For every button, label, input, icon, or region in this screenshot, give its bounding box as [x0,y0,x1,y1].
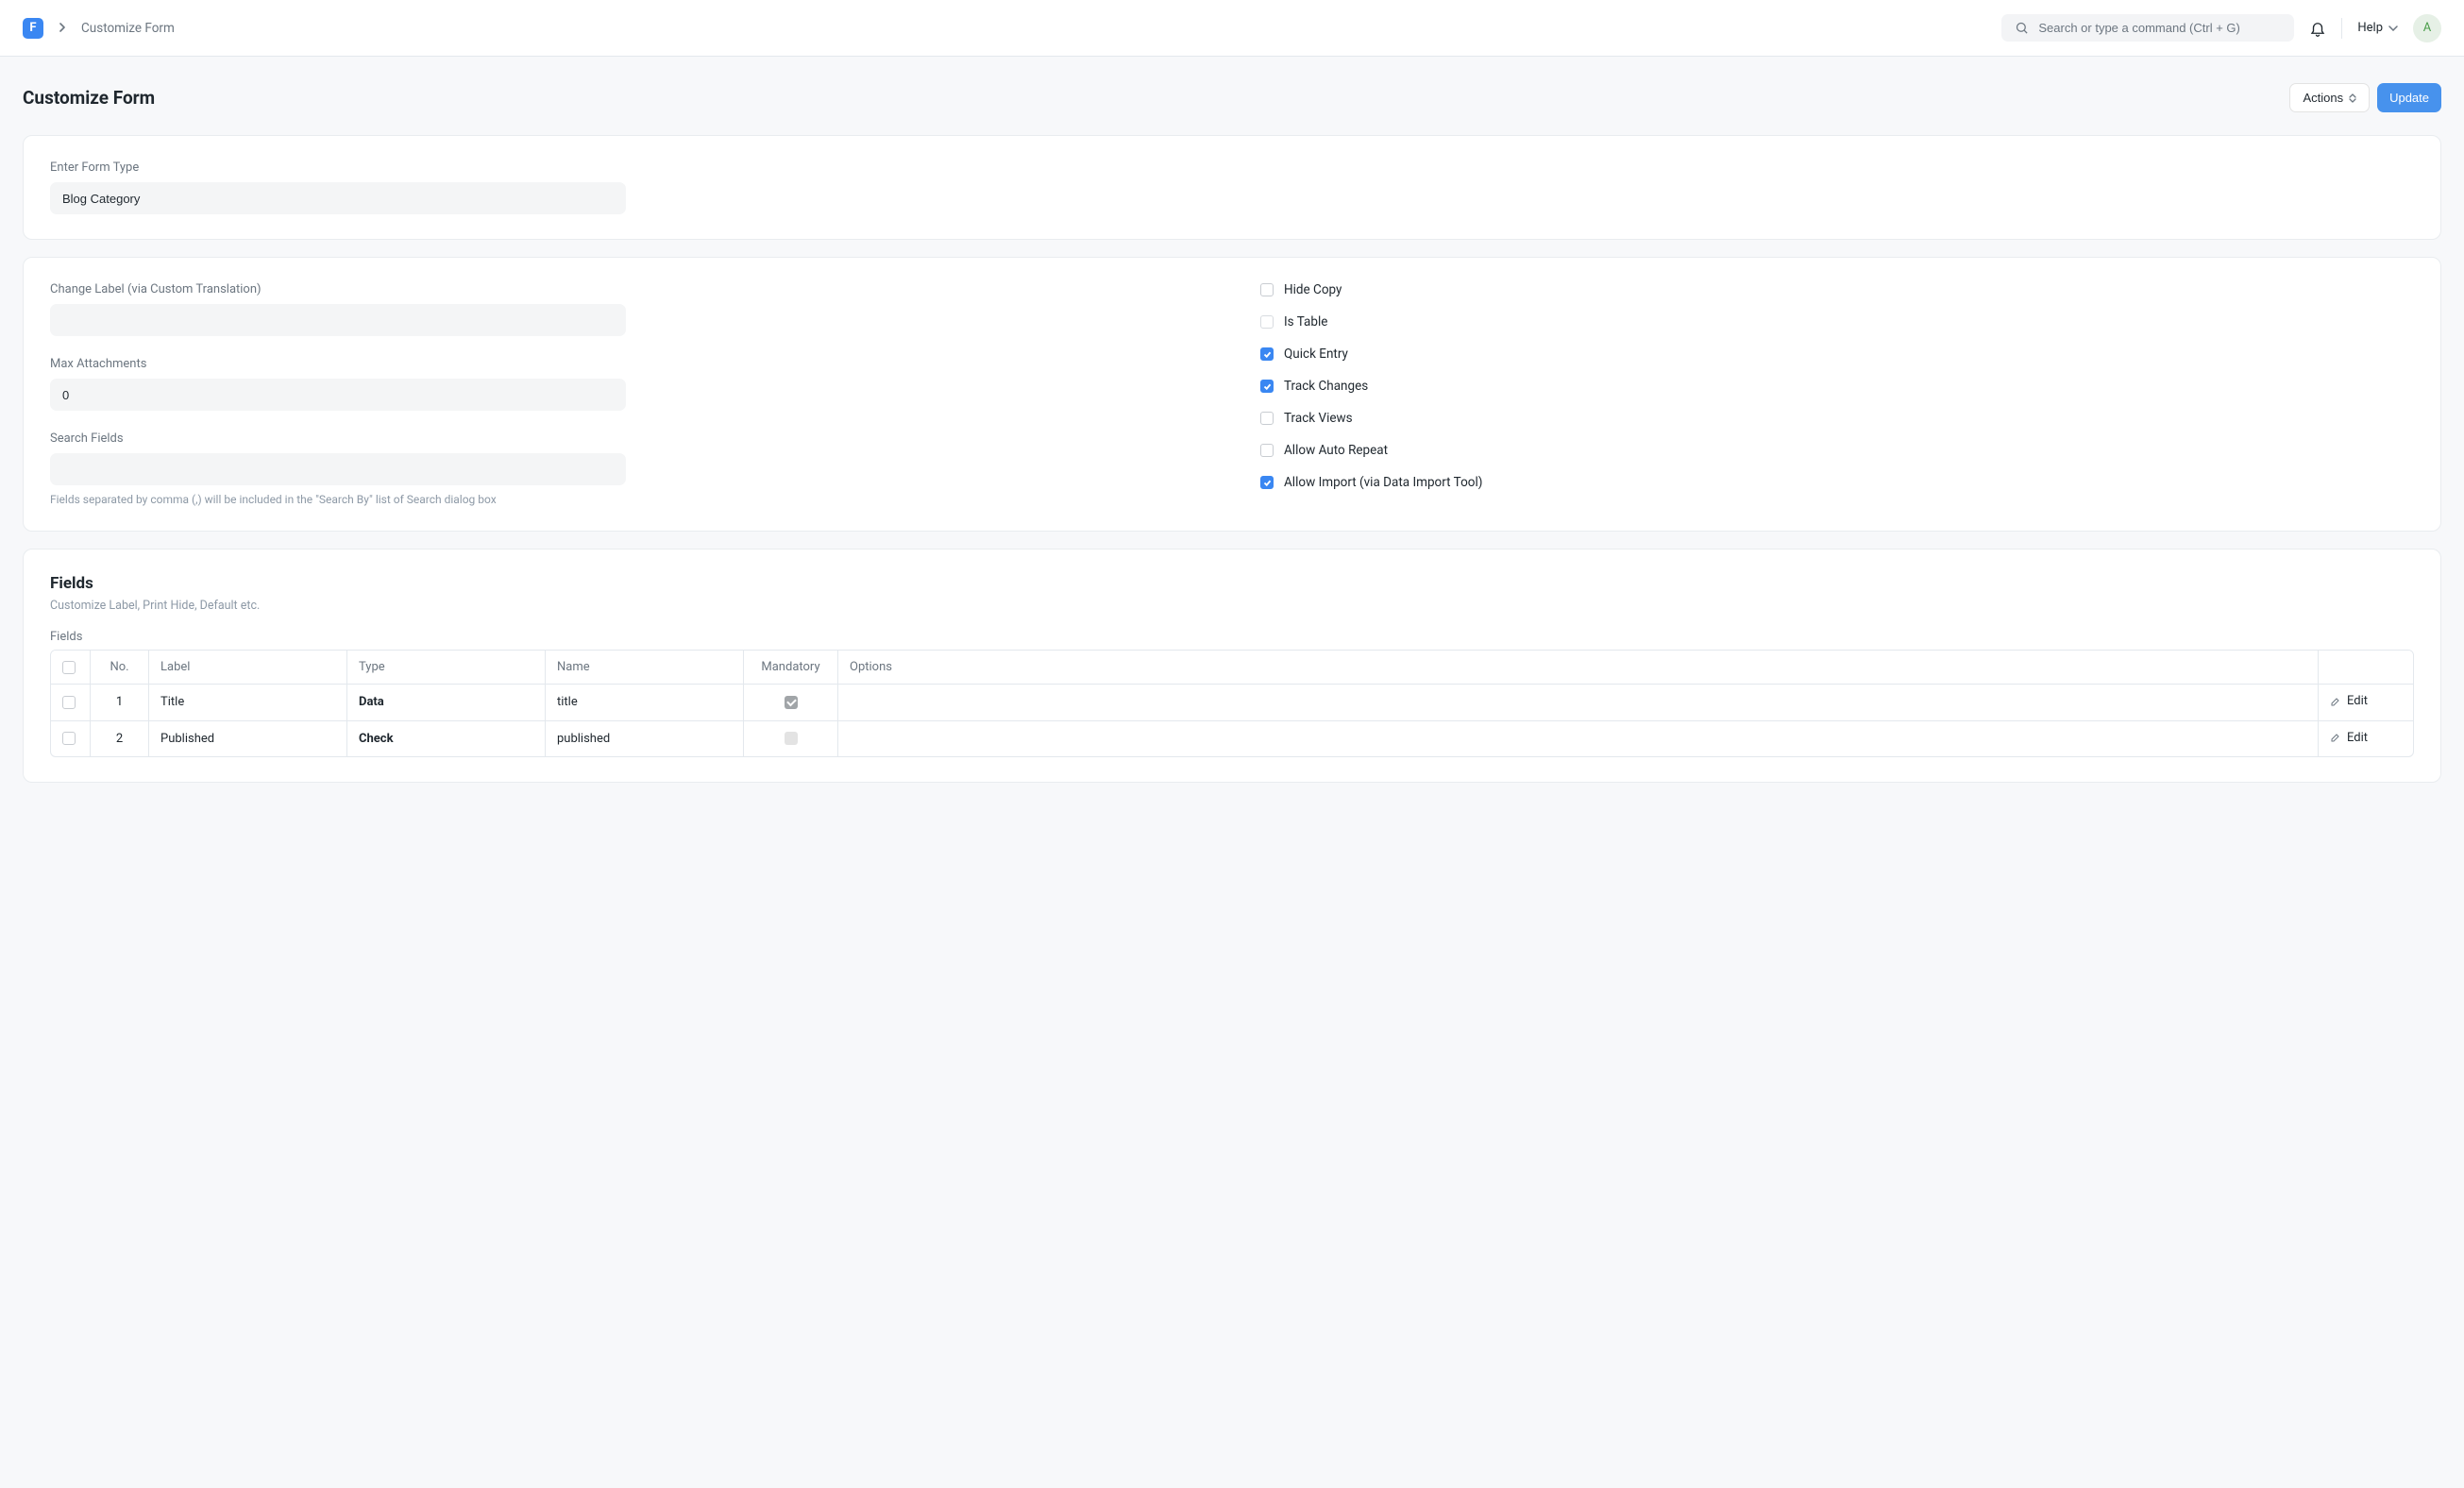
fields-table-label: Fields [50,630,2414,644]
card-form-type: Enter Form Type [23,135,2441,240]
edit-button[interactable]: Edit [2330,731,2368,745]
actions-button[interactable]: Actions [2289,83,2370,112]
app-logo[interactable]: F [23,18,43,39]
max-attachments-label: Max Attachments [50,357,1204,371]
search-bar[interactable] [2001,14,2294,42]
search-fields-label: Search Fields [50,431,1204,446]
card-settings: Change Label (via Custom Translation) Ma… [23,257,2441,532]
row-checkbox[interactable] [62,696,76,709]
check-label: Track Changes [1284,379,1368,394]
edit-button[interactable]: Edit [2330,694,2368,708]
col-header-mandatory: Mandatory [744,651,838,685]
breadcrumb[interactable]: Customize Form [81,21,175,36]
page-title: Customize Form [23,87,155,109]
settings-check-list: Hide Copy Is Table Quick Entry Track Change… [1260,282,2414,490]
pencil-icon [2330,696,2341,707]
col-header-label: Label [149,651,347,685]
table-row[interactable]: 2PublishedCheckpublished Edit [51,721,2413,757]
check-label: Is Table [1284,314,1327,330]
help-label: Help [2357,21,2383,35]
col-header-no: No. [91,651,149,685]
change-label-input[interactable] [50,304,626,336]
col-header-edit [2319,651,2413,685]
checkbox-icon[interactable] [1260,476,1274,489]
check-item[interactable]: Allow Auto Repeat [1260,443,2414,458]
select-icon [2349,93,2356,103]
form-type-input[interactable] [50,182,626,214]
check-item[interactable]: Track Views [1260,411,2414,426]
page-actions: Actions Update [2289,83,2441,112]
table-row[interactable]: 1TitleDatatitle Edit [51,685,2413,721]
chevron-right-icon [59,22,66,35]
bell-icon[interactable] [2309,20,2326,37]
col-header-select [51,651,91,685]
cell-options [838,721,2319,757]
pencil-icon [2330,732,2341,743]
cell-type: Check [347,721,546,757]
check-item[interactable]: Hide Copy [1260,282,2414,297]
cell-name: published [546,721,744,757]
checkbox-icon[interactable] [1260,444,1274,457]
edit-label: Edit [2347,731,2368,745]
row-checkbox[interactable] [62,732,76,745]
search-input[interactable] [2038,21,2281,35]
col-header-options: Options [838,651,2319,685]
cell-options [838,685,2319,721]
edit-label: Edit [2347,694,2368,708]
check-label: Track Views [1284,411,1353,426]
fields-table: No. Label Type Name Mandatory Options 1T… [50,650,2414,757]
check-item[interactable]: Is Table [1260,314,2414,330]
check-item[interactable]: Track Changes [1260,379,2414,394]
cell-name: title [546,685,744,721]
cell-type: Data [347,685,546,721]
select-all-checkbox[interactable] [62,661,76,674]
checkbox-icon[interactable] [1260,412,1274,425]
fields-section-title: Fields [50,574,2414,593]
mandatory-checkbox[interactable] [785,732,798,745]
col-header-name: Name [546,651,744,685]
cell-no: 2 [91,721,149,757]
navbar: F Customize Form Help A [0,0,2464,57]
checkbox-icon[interactable] [1260,283,1274,296]
change-label-label: Change Label (via Custom Translation) [50,282,1204,296]
page-header: Customize Form Actions Update [0,57,2464,135]
checkbox-icon[interactable] [1260,347,1274,361]
search-fields-input[interactable] [50,453,626,485]
chevron-down-icon [2388,25,2398,31]
mandatory-checkbox[interactable] [785,696,798,709]
check-label: Hide Copy [1284,282,1342,297]
update-label: Update [2389,91,2429,105]
cell-label: Published [149,721,347,757]
search-icon [2015,21,2029,35]
col-header-type: Type [347,651,546,685]
cell-no: 1 [91,685,149,721]
avatar-letter: A [2423,21,2431,35]
logo-letter: F [29,21,36,35]
checkbox-icon[interactable] [1260,380,1274,393]
update-button[interactable]: Update [2377,83,2441,112]
fields-section-subtitle: Customize Label, Print Hide, Default etc… [50,599,2414,613]
checkbox-icon[interactable] [1260,315,1274,329]
help-dropdown[interactable]: Help [2357,21,2398,35]
check-label: Allow Auto Repeat [1284,443,1388,458]
page-body: Customize Form Actions Update Enter Form… [0,57,2464,1488]
cell-label: Title [149,685,347,721]
max-attachments-input[interactable] [50,379,626,411]
actions-label: Actions [2303,91,2343,105]
nav-divider [2341,18,2342,39]
avatar[interactable]: A [2413,14,2441,42]
form-type-label: Enter Form Type [50,161,2414,175]
search-fields-help: Fields separated by comma (,) will be in… [50,493,1204,506]
check-label: Allow Import (via Data Import Tool) [1284,475,1482,490]
card-fields: Fields Customize Label, Print Hide, Defa… [23,549,2441,783]
check-item[interactable]: Allow Import (via Data Import Tool) [1260,475,2414,490]
check-item[interactable]: Quick Entry [1260,347,2414,362]
check-label: Quick Entry [1284,347,1348,362]
